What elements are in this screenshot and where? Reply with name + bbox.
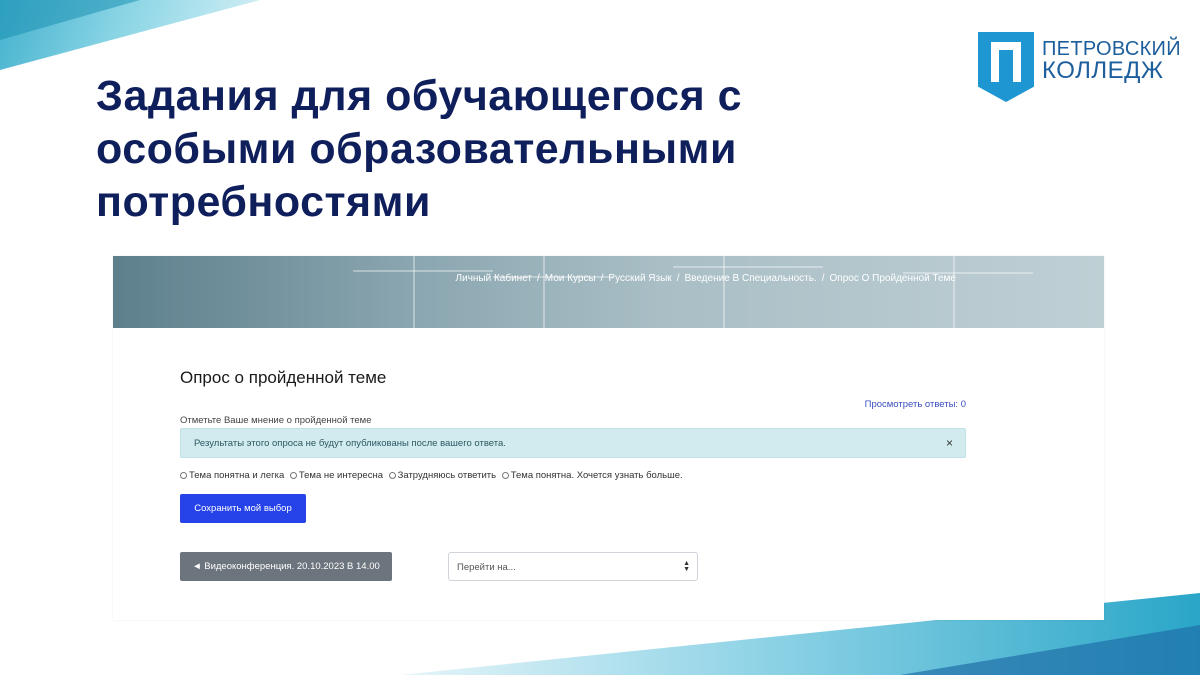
page-title: Опрос о пройденной теме [180, 368, 387, 387]
alert-text: Результаты этого опроса не будут опублик… [194, 438, 506, 449]
radio-button[interactable] [289, 472, 297, 479]
logo-text: ПЕТРОВСКИЙ КОЛЛЕДЖ [1042, 38, 1181, 84]
breadcrumb-item-my-courses[interactable]: Мои Курсы [545, 273, 596, 284]
breadcrumb-item-russian[interactable]: Русский Язык [608, 273, 671, 284]
view-answers-link[interactable]: Просмотреть ответы: 0 [865, 399, 966, 410]
option-want-more[interactable]: Тема понятна. Хочется узнать больше. [501, 470, 683, 481]
breadcrumb-separator: / [676, 273, 680, 284]
course-banner: Личный Кабинет / Мои Курсы / Русский Язык / Вв… [113, 256, 1104, 328]
breadcrumb-item-intro[interactable]: Введение В Специальность. [684, 273, 816, 284]
radio-button[interactable] [388, 472, 396, 479]
save-choice-button[interactable]: Сохранить мой выбор [180, 494, 306, 523]
shield-logo-icon [978, 32, 1034, 102]
chevron-updown-icon: ▲ ▼ [683, 560, 690, 573]
survey-description: Отметьте Ваше мнение о пройденной теме [180, 415, 372, 426]
breadcrumb-item-cabinet[interactable]: Личный Кабинет [456, 273, 532, 284]
breadcrumb-separator: / [821, 273, 825, 284]
previous-activity-button[interactable]: ◄ Видеоконференция. 20.10.2023 В 14.00 [180, 552, 392, 581]
option-easy[interactable]: Тема понятна и легка [180, 470, 284, 481]
answer-options: Тема понятна и легка Тема не интересна З… [180, 470, 686, 481]
option-label: Тема понятна. Хочется узнать больше. [510, 470, 683, 481]
college-logo: ПЕТРОВСКИЙ КОЛЛЕДЖ [978, 32, 1181, 102]
option-label: Тема понятна и легка [189, 470, 285, 481]
breadcrumb: Личный Кабинет / Мои Курсы / Русский Язык / Вв… [456, 273, 956, 284]
option-not-interesting[interactable]: Тема не интересна [289, 470, 383, 481]
logo-line-2: КОЛЛЕДЖ [1042, 57, 1164, 84]
jump-select-value: Перейти на... [457, 562, 516, 573]
feedback-content: Опрос о пройденной теме Просмотреть отве… [180, 368, 966, 581]
slide-title: Задания для обучающегося с особыми образ… [96, 72, 743, 226]
radio-button[interactable] [501, 472, 509, 479]
option-label: Затрудняюсь ответить [397, 470, 497, 481]
close-icon[interactable]: × [946, 436, 953, 450]
jump-to-select[interactable]: Перейти на... ▲ ▼ [448, 552, 698, 581]
info-alert: Результаты этого опроса не будут опублик… [180, 428, 966, 458]
option-label: Тема не интересна [298, 470, 383, 481]
breadcrumb-separator: / [537, 273, 540, 284]
radio-button[interactable] [180, 472, 187, 479]
option-hard-to-answer[interactable]: Затрудняюсь ответить [388, 470, 497, 481]
lms-screenshot-panel: Личный Кабинет / Мои Курсы / Русский Язык / Вв… [113, 256, 1104, 620]
breadcrumb-separator: / [600, 273, 604, 284]
breadcrumb-item-current[interactable]: Опрос О Пройденной Теме [830, 273, 956, 284]
